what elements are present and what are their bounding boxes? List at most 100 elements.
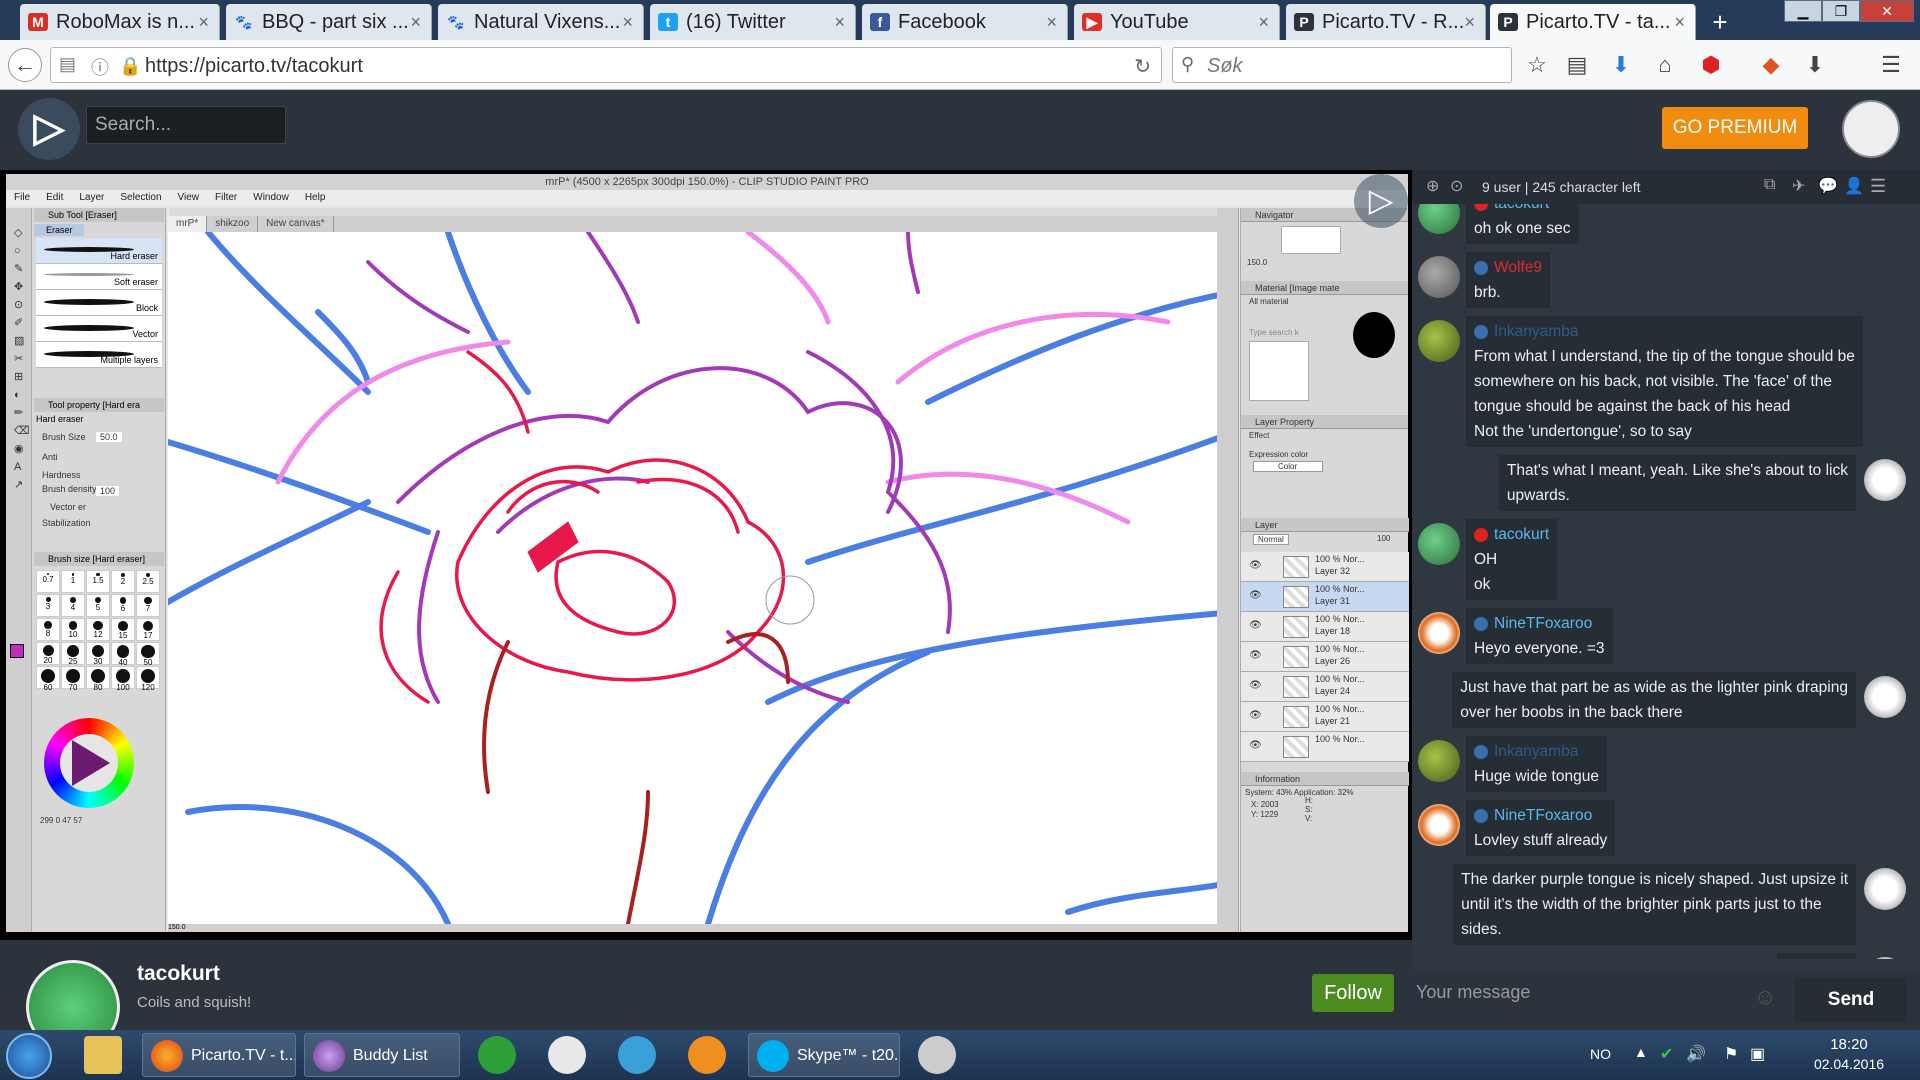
emoji-icon[interactable]: ☺ (1754, 984, 1776, 1010)
chat-avatar-self[interactable] (1864, 676, 1906, 718)
browser-tab[interactable]: t (16) Twitter × (650, 4, 856, 40)
brush-item[interactable]: Multiple layers (36, 342, 162, 368)
brush-size-option[interactable]: 8 (36, 618, 60, 641)
app-diamond-icon[interactable] (618, 1036, 656, 1074)
home-icon[interactable]: ⌂ (1650, 52, 1680, 78)
navigator-preview[interactable] (1281, 226, 1341, 254)
brush-item[interactable]: Vector (36, 316, 162, 342)
brush-size-option[interactable]: 40 (111, 642, 135, 667)
url-bar[interactable]: ▤ ⓘ 🔒 https://picarto.tv/tacokurt ↻ (50, 47, 1162, 83)
flag-icon[interactable]: ⚑ (1724, 1044, 1738, 1064)
eye-icon[interactable]: 👁 (1249, 560, 1262, 571)
panel-icon-strip[interactable] (1217, 208, 1239, 932)
chat-username[interactable]: tacokurt (1494, 526, 1549, 543)
go-premium-button[interactable]: GO PREMIUM (1662, 107, 1808, 149)
browser-tab[interactable]: f Facebook × (862, 4, 1068, 40)
chat-avatar-self[interactable] (1864, 868, 1906, 910)
subtool-group[interactable]: Eraser (34, 224, 84, 236)
download-arrow-icon[interactable]: ⬇ (1606, 52, 1636, 78)
clock-time[interactable]: 18:20 (1804, 1036, 1894, 1053)
menu-view[interactable]: View (178, 192, 200, 203)
eye-icon[interactable]: 👁 (1249, 590, 1262, 601)
close-icon[interactable]: × (834, 4, 845, 40)
brush-density-value[interactable]: 100 (96, 486, 120, 496)
adblock-icon[interactable]: ⬢ (1696, 52, 1726, 78)
brush-size-option[interactable]: 10 (61, 618, 85, 641)
brush-size-option[interactable]: 15 (111, 618, 135, 641)
browser-tab[interactable]: 🐾 BBQ - part six ... × (226, 4, 432, 40)
layer-row[interactable]: 👁 100 % Nor... Layer 24 (1241, 672, 1409, 702)
tool-icons[interactable]: ◇ ○ ✎ ✥ ⊙ ✐ ▨ ✂ ⊞ ◐ ✏ ⌫ ◉ A ↗ (14, 224, 30, 494)
chat-avatar[interactable] (1418, 523, 1460, 565)
chat-avatar[interactable] (1418, 804, 1460, 846)
menu-selection[interactable]: Selection (120, 192, 161, 203)
taskbar-item-firefox[interactable]: Picarto.TV - t... (142, 1033, 296, 1077)
canvas-tab[interactable]: New canvas* (258, 216, 334, 232)
users-icon[interactable]: 👤 (1844, 176, 1864, 196)
browser-tab[interactable]: P Picarto.TV - R... × (1286, 4, 1486, 40)
brush-size-option[interactable]: 1.5 (86, 570, 110, 593)
brush-item[interactable]: Soft eraser (36, 264, 162, 290)
blend-mode-select[interactable]: Normal (1253, 534, 1289, 545)
chat-username[interactable]: Wolfe9 (1494, 259, 1542, 276)
chat-avatar-self[interactable] (1864, 459, 1906, 501)
app-x-icon[interactable] (688, 1036, 726, 1074)
material-thumbnail[interactable] (1353, 312, 1395, 358)
menu-help[interactable]: Help (305, 192, 326, 203)
brush-size-option[interactable]: 80 (86, 666, 110, 692)
extension-icon[interactable]: ◆ (1756, 52, 1786, 78)
history-icon[interactable]: ▤ (59, 54, 76, 75)
taskbar-item-buddy-list[interactable]: Buddy List (304, 1033, 460, 1077)
chat-username[interactable]: Inkanyamba (1494, 323, 1578, 340)
language-indicator[interactable]: NO (1590, 1046, 1611, 1062)
brush-size-option[interactable]: 3 (36, 594, 60, 617)
gamepad-icon[interactable] (918, 1036, 956, 1074)
brush-size-option[interactable]: 100 (111, 666, 135, 692)
chat-message-input[interactable]: Your message (1416, 982, 1530, 1003)
send-plane-icon[interactable]: ✈ (1792, 176, 1805, 196)
follow-button[interactable]: Follow (1312, 974, 1394, 1012)
eye-icon[interactable]: 👁 (1249, 710, 1262, 721)
main-color-swatch[interactable] (10, 644, 24, 658)
chat-avatar[interactable] (1418, 204, 1460, 234)
chat-settings-icon[interactable]: ⊕ (1426, 176, 1439, 196)
start-button[interactable] (6, 1033, 52, 1079)
chat-avatar[interactable] (1418, 320, 1460, 362)
menu-icon[interactable]: ☰ (1876, 52, 1906, 78)
file-explorer-icon[interactable] (84, 1036, 122, 1074)
download-icon[interactable]: ⬇ (1800, 52, 1830, 78)
close-window-button[interactable]: ✕ (1860, 0, 1914, 22)
close-icon[interactable]: × (1464, 4, 1475, 40)
navigator-zoom[interactable]: 150.0 (1247, 258, 1402, 267)
brush-size-option[interactable]: 70 (61, 666, 85, 692)
network-icon[interactable]: ▣ (1750, 1044, 1765, 1064)
layer-row[interactable]: 👁 100 % Nor... (1241, 732, 1409, 762)
chat-username[interactable]: NineTFoxaroo (1494, 615, 1592, 632)
brush-size-option[interactable]: 12 (86, 618, 110, 641)
eye-icon[interactable]: 👁 (1249, 620, 1262, 631)
browser-tab[interactable]: ▶ YouTube × (1074, 4, 1280, 40)
color-wheel[interactable] (44, 718, 134, 808)
eye-icon[interactable]: 👁 (1249, 650, 1262, 661)
clock-date[interactable]: 02.04.2016 (1804, 1056, 1894, 1072)
chat-username[interactable]: Inkanyamba (1494, 743, 1578, 760)
close-icon[interactable]: × (622, 4, 633, 40)
chat-input-area[interactable]: Your message ☺ Send (1412, 970, 1920, 1030)
close-icon[interactable]: × (1674, 4, 1685, 40)
back-arrow-icon[interactable]: ← (8, 48, 42, 82)
layer-row[interactable]: 👁 100 % Nor... Layer 31 (1241, 582, 1409, 612)
app-dino-icon[interactable] (478, 1036, 516, 1074)
taskbar-item-skype[interactable]: Skype™ - t20... (748, 1033, 900, 1077)
close-icon[interactable]: × (1258, 4, 1269, 40)
layer-row[interactable]: 👁 100 % Nor... Layer 18 (1241, 612, 1409, 642)
site-search-input[interactable]: Search... (86, 106, 286, 144)
chat-emote-icon[interactable]: ⊙ (1450, 176, 1463, 196)
brush-size-option[interactable]: 17 (136, 618, 160, 641)
brush-item[interactable]: Block (36, 290, 162, 316)
browser-tab[interactable]: M RoboMax is n... × (20, 4, 220, 40)
close-icon[interactable]: × (198, 4, 209, 40)
browser-search-box[interactable]: ⚲ Søk (1172, 47, 1512, 83)
eye-icon[interactable]: 👁 (1249, 680, 1262, 691)
user-avatar[interactable] (1842, 100, 1900, 158)
drawing-canvas[interactable] (168, 232, 1234, 924)
